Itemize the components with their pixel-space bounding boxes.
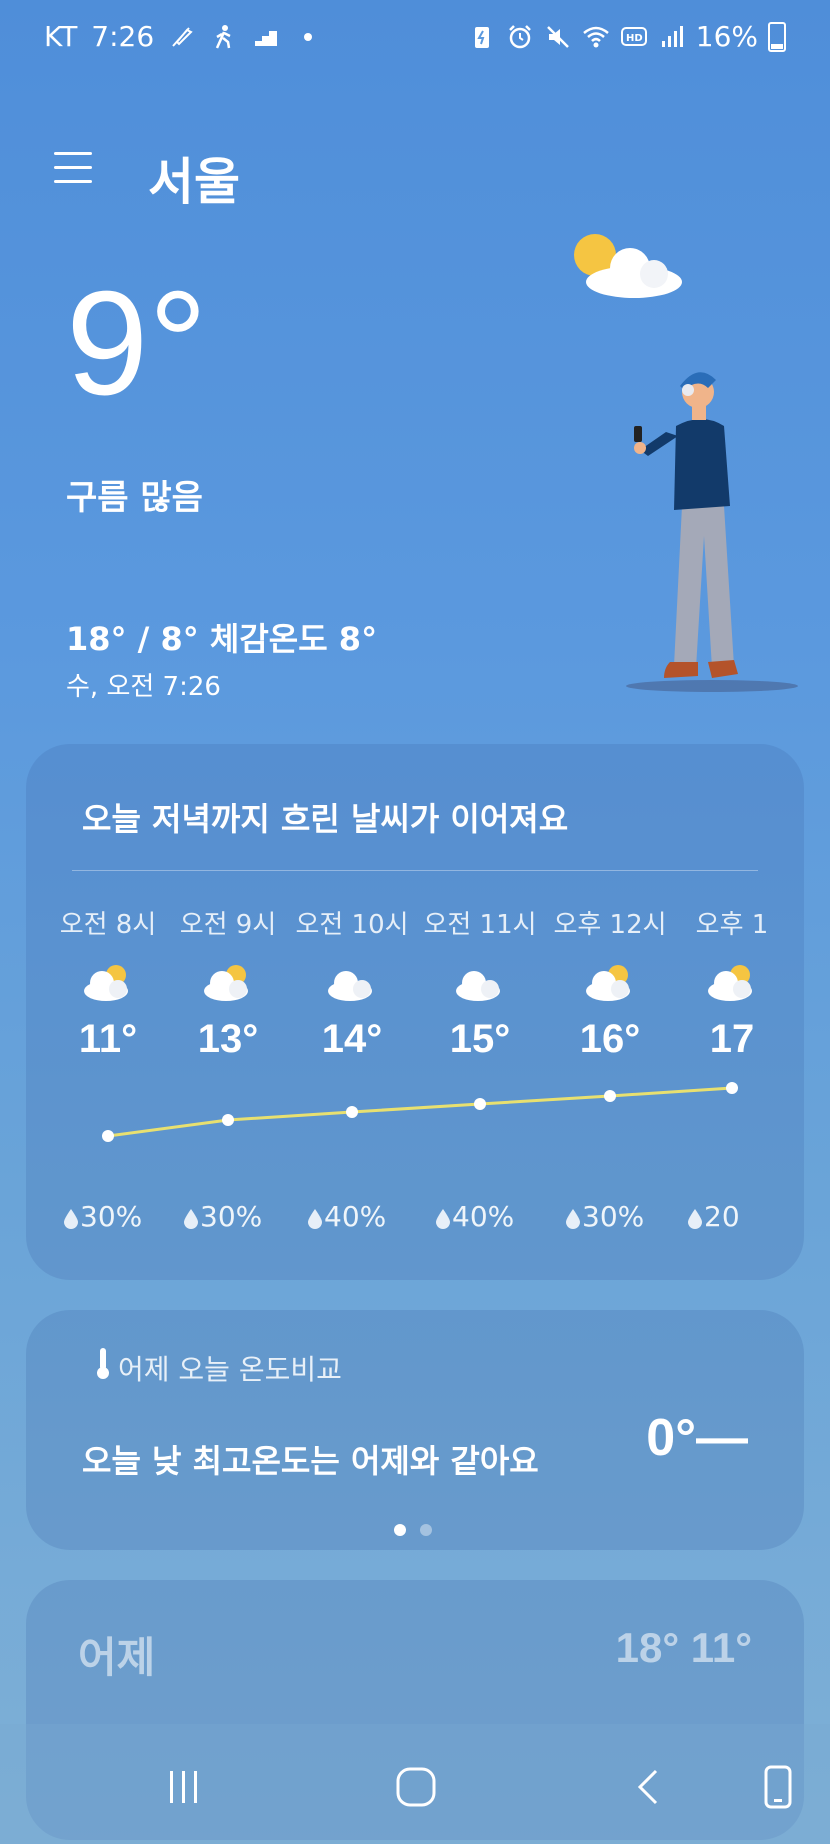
- cloud-icon: [586, 248, 682, 298]
- svg-text:HD: HD: [626, 33, 643, 44]
- cloudy-icon: [452, 963, 508, 1003]
- precipitation-chance: 20: [686, 1200, 740, 1233]
- home-icon: [396, 1767, 436, 1807]
- hour-label: 오후 12시: [553, 910, 667, 940]
- temperature-point: [726, 1082, 738, 1094]
- feather-icon: [168, 23, 196, 51]
- page-dot-active: [394, 1524, 406, 1536]
- battery-icon: [768, 21, 786, 52]
- hd-voice-icon: HD: [620, 23, 648, 51]
- hour-column: 오전 9시 13°: [163, 904, 293, 1062]
- battery-percent: 16%: [695, 20, 758, 53]
- precipitation-value: 20: [704, 1200, 740, 1233]
- home-button[interactable]: [386, 1762, 446, 1812]
- raindrop-icon: [184, 1209, 198, 1229]
- temperature-point: [346, 1106, 358, 1118]
- raindrop-icon: [436, 1209, 450, 1229]
- precipitation-value: 30%: [582, 1200, 645, 1233]
- hour-temperature: 13°: [197, 1017, 259, 1061]
- comparison-value: 0°—: [646, 1409, 748, 1467]
- precipitation-value: 30%: [200, 1200, 263, 1233]
- temperature-point: [604, 1090, 616, 1102]
- signal-icon: [658, 23, 686, 51]
- precipitation-value: 40%: [324, 1200, 387, 1233]
- hourly-forecast-card[interactable]: 오늘 저녁까지 흐린 날씨가 이어져요 오전 8시 11° 30% 오전 9시 13° 3…: [26, 744, 804, 1280]
- temperature-comparison-card[interactable]: 어제 오늘 온도비교 오늘 낮 최고온도는 어제와 같아요 0°—: [26, 1310, 804, 1550]
- partly-sunny-icon: [704, 963, 760, 1003]
- navigation-bar: [0, 1724, 830, 1844]
- hourly-forecast-list[interactable]: 오전 8시 11° 30% 오전 9시 13° 30% 오전 10시 14° 40% 오전 11시…: [52, 904, 780, 1244]
- battery-saver-icon: [468, 23, 496, 51]
- hour-label: 오후 1: [695, 910, 769, 940]
- hour-temperature: 17: [709, 1017, 755, 1061]
- page-dot: [420, 1524, 432, 1536]
- hour-temperature: 14°: [321, 1017, 383, 1061]
- comparison-text: 오늘 낮 최고온도는 어제와 같아요: [82, 1442, 539, 1480]
- yesterday-temperatures: 18° 11°: [615, 1624, 752, 1671]
- mute-icon: [544, 23, 572, 51]
- hour-column: 오전 8시 11°: [52, 904, 173, 1062]
- alarm-icon: [506, 23, 534, 51]
- temperature-point: [474, 1098, 486, 1110]
- partly-sunny-icon: [200, 963, 256, 1003]
- temperature-line: [107, 1086, 733, 1138]
- temperature-point: [222, 1114, 234, 1126]
- hour-column: 오전 11시 15°: [415, 904, 545, 1062]
- recent-apps-button[interactable]: [154, 1762, 214, 1812]
- weather-condition: 구름 많음: [66, 478, 203, 518]
- back-button[interactable]: [620, 1762, 680, 1812]
- raindrop-icon: [64, 1209, 78, 1229]
- temperature-range: 18° / 8° 체감온도 8°: [66, 620, 378, 658]
- current-datetime: 수, 오전 7:26: [66, 672, 221, 702]
- hour-label: 오전 10시: [295, 910, 409, 940]
- phone-rotate-icon: [764, 1765, 792, 1809]
- hour-column: 오전 10시 14°: [287, 904, 417, 1062]
- precipitation-chance: 30%: [564, 1200, 644, 1233]
- precipitation-chance: 30%: [62, 1200, 142, 1233]
- city-title: 서울: [148, 153, 240, 211]
- hour-label: 오전 11시: [423, 910, 537, 940]
- hour-column: 오후 12시 16°: [545, 904, 675, 1062]
- screen-orientation-button[interactable]: [748, 1762, 808, 1812]
- hour-label: 오전 9시: [179, 910, 277, 940]
- page-indicator: [394, 1524, 432, 1536]
- raindrop-icon: [566, 1209, 580, 1229]
- wifi-icon: [582, 23, 610, 51]
- hour-column: 오후 1 17: [667, 904, 780, 1062]
- notification-dot-icon: [294, 23, 322, 51]
- thermometer-icon: [97, 1348, 109, 1379]
- precipitation-value: 40%: [452, 1200, 515, 1233]
- back-icon: [637, 1769, 658, 1805]
- status-time: 7:26: [91, 20, 155, 53]
- stairs-icon: [252, 23, 280, 51]
- temperature-point: [102, 1130, 114, 1142]
- forecast-headline: 오늘 저녁까지 흐린 날씨가 이어져요: [82, 800, 569, 838]
- recent-apps-icon: [170, 1771, 197, 1803]
- hour-label: 오전 8시: [59, 910, 157, 940]
- yesterday-label: 어제: [78, 1633, 156, 1682]
- divider: [72, 870, 758, 871]
- current-temperature: 9°: [66, 261, 208, 426]
- carrier-label: KT: [44, 20, 78, 53]
- hour-temperature: 16°: [579, 1017, 641, 1061]
- precipitation-chance: 40%: [434, 1200, 514, 1233]
- raindrop-icon: [308, 1209, 322, 1229]
- person-illustration: [626, 372, 798, 692]
- precipitation-value: 30%: [80, 1200, 143, 1233]
- hour-temperature: 11°: [78, 1017, 138, 1061]
- partly-sunny-icon: [582, 963, 638, 1003]
- raindrop-icon: [688, 1209, 702, 1229]
- hour-temperature: 15°: [449, 1017, 511, 1061]
- cloudy-icon: [324, 963, 380, 1003]
- status-bar: KT 7:26 HD 16%: [0, 0, 830, 76]
- walking-icon: [210, 23, 238, 51]
- comparison-title: 어제 오늘 온도비교: [118, 1353, 342, 1386]
- precipitation-chance: 30%: [182, 1200, 262, 1233]
- partly-sunny-icon: [80, 963, 136, 1003]
- precipitation-chance: 40%: [306, 1200, 386, 1233]
- menu-icon[interactable]: [54, 152, 92, 184]
